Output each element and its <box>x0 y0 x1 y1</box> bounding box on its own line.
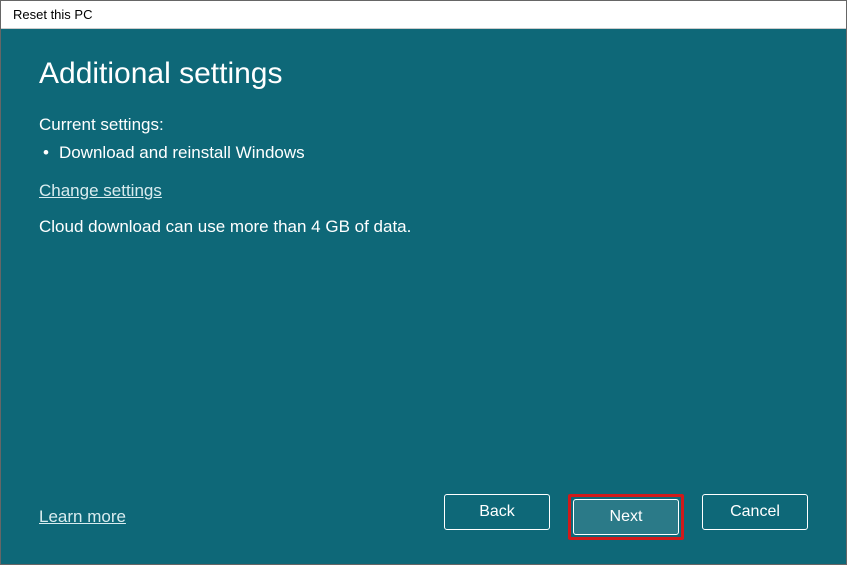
reset-pc-window: Reset this PC Additional settings Curren… <box>0 0 847 565</box>
wizard-content: Additional settings Current settings: Do… <box>1 29 846 564</box>
button-row: Back Next Cancel <box>444 494 808 540</box>
learn-more-link[interactable]: Learn more <box>39 507 126 527</box>
back-button[interactable]: Back <box>444 494 550 530</box>
change-settings-link[interactable]: Change settings <box>39 181 808 201</box>
wizard-footer: Learn more Back Next Cancel <box>39 494 808 540</box>
settings-list: Download and reinstall Windows <box>39 143 808 163</box>
window-title: Reset this PC <box>13 7 92 22</box>
page-title: Additional settings <box>39 57 808 91</box>
next-button-highlight: Next <box>568 494 684 540</box>
current-settings-label: Current settings: <box>39 115 808 135</box>
cancel-button[interactable]: Cancel <box>702 494 808 530</box>
list-item: Download and reinstall Windows <box>39 143 808 163</box>
data-usage-info: Cloud download can use more than 4 GB of… <box>39 217 808 237</box>
next-button[interactable]: Next <box>573 499 679 535</box>
window-titlebar: Reset this PC <box>1 1 846 29</box>
